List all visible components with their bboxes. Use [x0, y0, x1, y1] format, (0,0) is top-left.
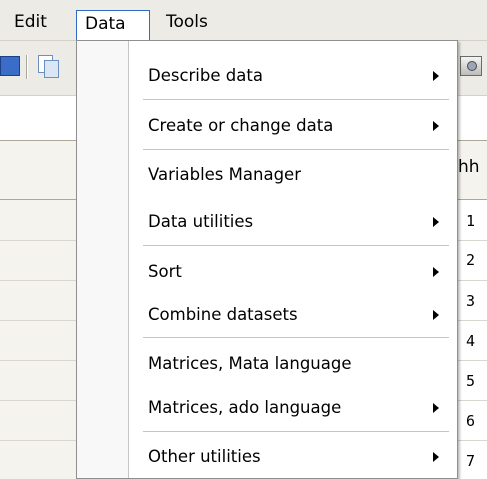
menu-item-sort[interactable]: Sort [130, 254, 455, 290]
menu-item-other-utilities[interactable]: Other utilities [130, 439, 455, 475]
menu-separator [143, 337, 449, 339]
menu-item-label: Matrices, ado language [148, 398, 342, 417]
submenu-arrow-icon [433, 310, 439, 320]
menu-item-label: Combine datasets [148, 305, 298, 324]
menu-item-matrices-ado-language[interactable]: Matrices, ado language [130, 390, 455, 426]
menu-separator [143, 149, 449, 151]
menu-item-data-utilities[interactable]: Data utilities [130, 204, 455, 240]
menu-item-matrices-mata-language[interactable]: Matrices, Mata language [130, 346, 455, 382]
menu-bar: Edit Data Tools [0, 0, 487, 41]
submenu-arrow-icon [433, 121, 439, 131]
menu-item-label: Describe data [148, 66, 263, 85]
menu-item-variables-manager[interactable]: Variables Manager [130, 157, 455, 193]
column-header-label[interactable]: hh [458, 157, 480, 177]
menu-item-combine-datasets[interactable]: Combine datasets [130, 297, 455, 333]
menu-item-label: Matrices, Mata language [148, 354, 352, 373]
menu-item-label: Sort [148, 262, 182, 281]
menu-item-describe-data[interactable]: Describe data [130, 58, 455, 94]
copy-icon-sheet-front [44, 60, 59, 78]
data-menu-dropdown: Describe data Create or change data Vari… [76, 40, 458, 479]
stata-window: Edit Data Tools hh 1 2 3 4 5 6 7 Describ… [0, 0, 487, 479]
menu-separator [143, 245, 449, 247]
menu-separator [143, 99, 449, 101]
copy-icon[interactable] [38, 55, 60, 78]
menu-item-label: Create or change data [148, 116, 334, 135]
menu-edit[interactable]: Edit [14, 8, 47, 36]
menu-icon-gutter [77, 41, 129, 478]
menu-item-label: Variables Manager [148, 165, 301, 184]
toolbar-separator [26, 55, 27, 79]
submenu-arrow-icon [433, 217, 439, 227]
row-number-column [0, 200, 76, 479]
menu-data[interactable]: Data [76, 10, 150, 40]
submenu-arrow-icon [433, 267, 439, 277]
submenu-arrow-icon [433, 403, 439, 413]
submenu-arrow-icon [433, 71, 439, 81]
menu-tools[interactable]: Tools [166, 8, 208, 36]
menu-separator [143, 431, 449, 433]
submenu-arrow-icon [433, 452, 439, 462]
menu-item-label: Data utilities [148, 212, 254, 231]
menu-item-label: Other utilities [148, 447, 261, 466]
save-icon[interactable] [0, 56, 20, 76]
menu-item-create-or-change-data[interactable]: Create or change data [130, 108, 455, 144]
snapshot-icon[interactable] [460, 56, 482, 76]
